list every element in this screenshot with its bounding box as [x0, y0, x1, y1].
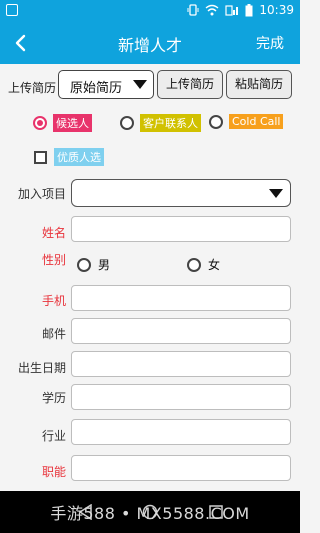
birthday-label: 出生日期	[17, 361, 66, 375]
phone-input[interactable]	[71, 285, 291, 311]
upload-resume-button[interactable]: 上传简历	[157, 70, 223, 99]
battery-icon	[245, 3, 253, 16]
watermark: 手游588 • MX5588.COM	[50, 504, 250, 523]
radio-male[interactable]: 男	[77, 256, 110, 273]
role-input[interactable]	[71, 455, 291, 481]
email-label: 邮件	[41, 327, 66, 341]
radio-circle[interactable]	[77, 257, 91, 272]
paste-resume-button[interactable]: 粘贴简历	[226, 70, 292, 99]
radio-circle[interactable]	[187, 257, 201, 272]
dropdown-arrow-icon	[269, 189, 283, 198]
done-button[interactable]: 完成	[256, 33, 284, 53]
app-bar: 新增人才 完成	[0, 22, 300, 64]
radio-circle[interactable]	[209, 114, 223, 129]
education-label: 学历	[41, 391, 66, 405]
email-input[interactable]	[71, 318, 291, 344]
navigation-bar: 手游588 • MX5588.COM	[0, 491, 300, 533]
project-label: 加入项目	[17, 187, 66, 201]
birthday-input[interactable]	[71, 351, 291, 377]
notification-icon	[6, 4, 18, 16]
radio-label-client-contact: 客户联系人	[140, 114, 201, 132]
radio-label-male: 男	[98, 258, 111, 272]
quality-checkbox-label: 优质人选	[54, 148, 104, 166]
industry-input[interactable]	[71, 419, 291, 445]
wifi-icon	[205, 4, 219, 16]
radio-label-candidate: 候选人	[53, 114, 92, 132]
status-icons: 10:39	[187, 3, 294, 17]
checkbox-box[interactable]	[34, 150, 47, 164]
name-label: 姓名	[41, 226, 66, 240]
quality-checkbox[interactable]: 优质人选	[34, 148, 104, 166]
role-label: 职能	[41, 465, 66, 479]
radio-label-cold-call: Cold Call	[229, 114, 284, 129]
project-select[interactable]	[71, 179, 291, 207]
vibrate-icon	[187, 4, 199, 16]
radio-label-female: 女	[208, 258, 221, 272]
radio-cold-call[interactable]: Cold Call	[209, 114, 284, 129]
resume-type-select[interactable]: 原始简历	[58, 70, 154, 99]
radio-circle[interactable]	[120, 116, 134, 130]
status-time: 10:39	[259, 3, 294, 17]
dropdown-arrow-icon	[133, 80, 147, 89]
industry-label: 行业	[41, 429, 66, 443]
signal-icon	[225, 5, 239, 16]
name-input[interactable]	[71, 216, 291, 242]
radio-candidate[interactable]: 候选人	[33, 114, 92, 132]
status-bar: 10:39	[0, 0, 300, 22]
radio-female[interactable]: 女	[187, 256, 220, 273]
resume-label: 上传简历	[8, 81, 57, 95]
page-title: 新增人才	[117, 36, 182, 55]
resume-type-value: 原始简历	[70, 81, 123, 96]
radio-circle[interactable]	[33, 116, 47, 130]
gender-label: 性别	[41, 253, 66, 267]
education-input[interactable]	[71, 384, 291, 410]
phone-label: 手机	[41, 294, 66, 308]
radio-client-contact[interactable]: 客户联系人	[120, 114, 201, 132]
